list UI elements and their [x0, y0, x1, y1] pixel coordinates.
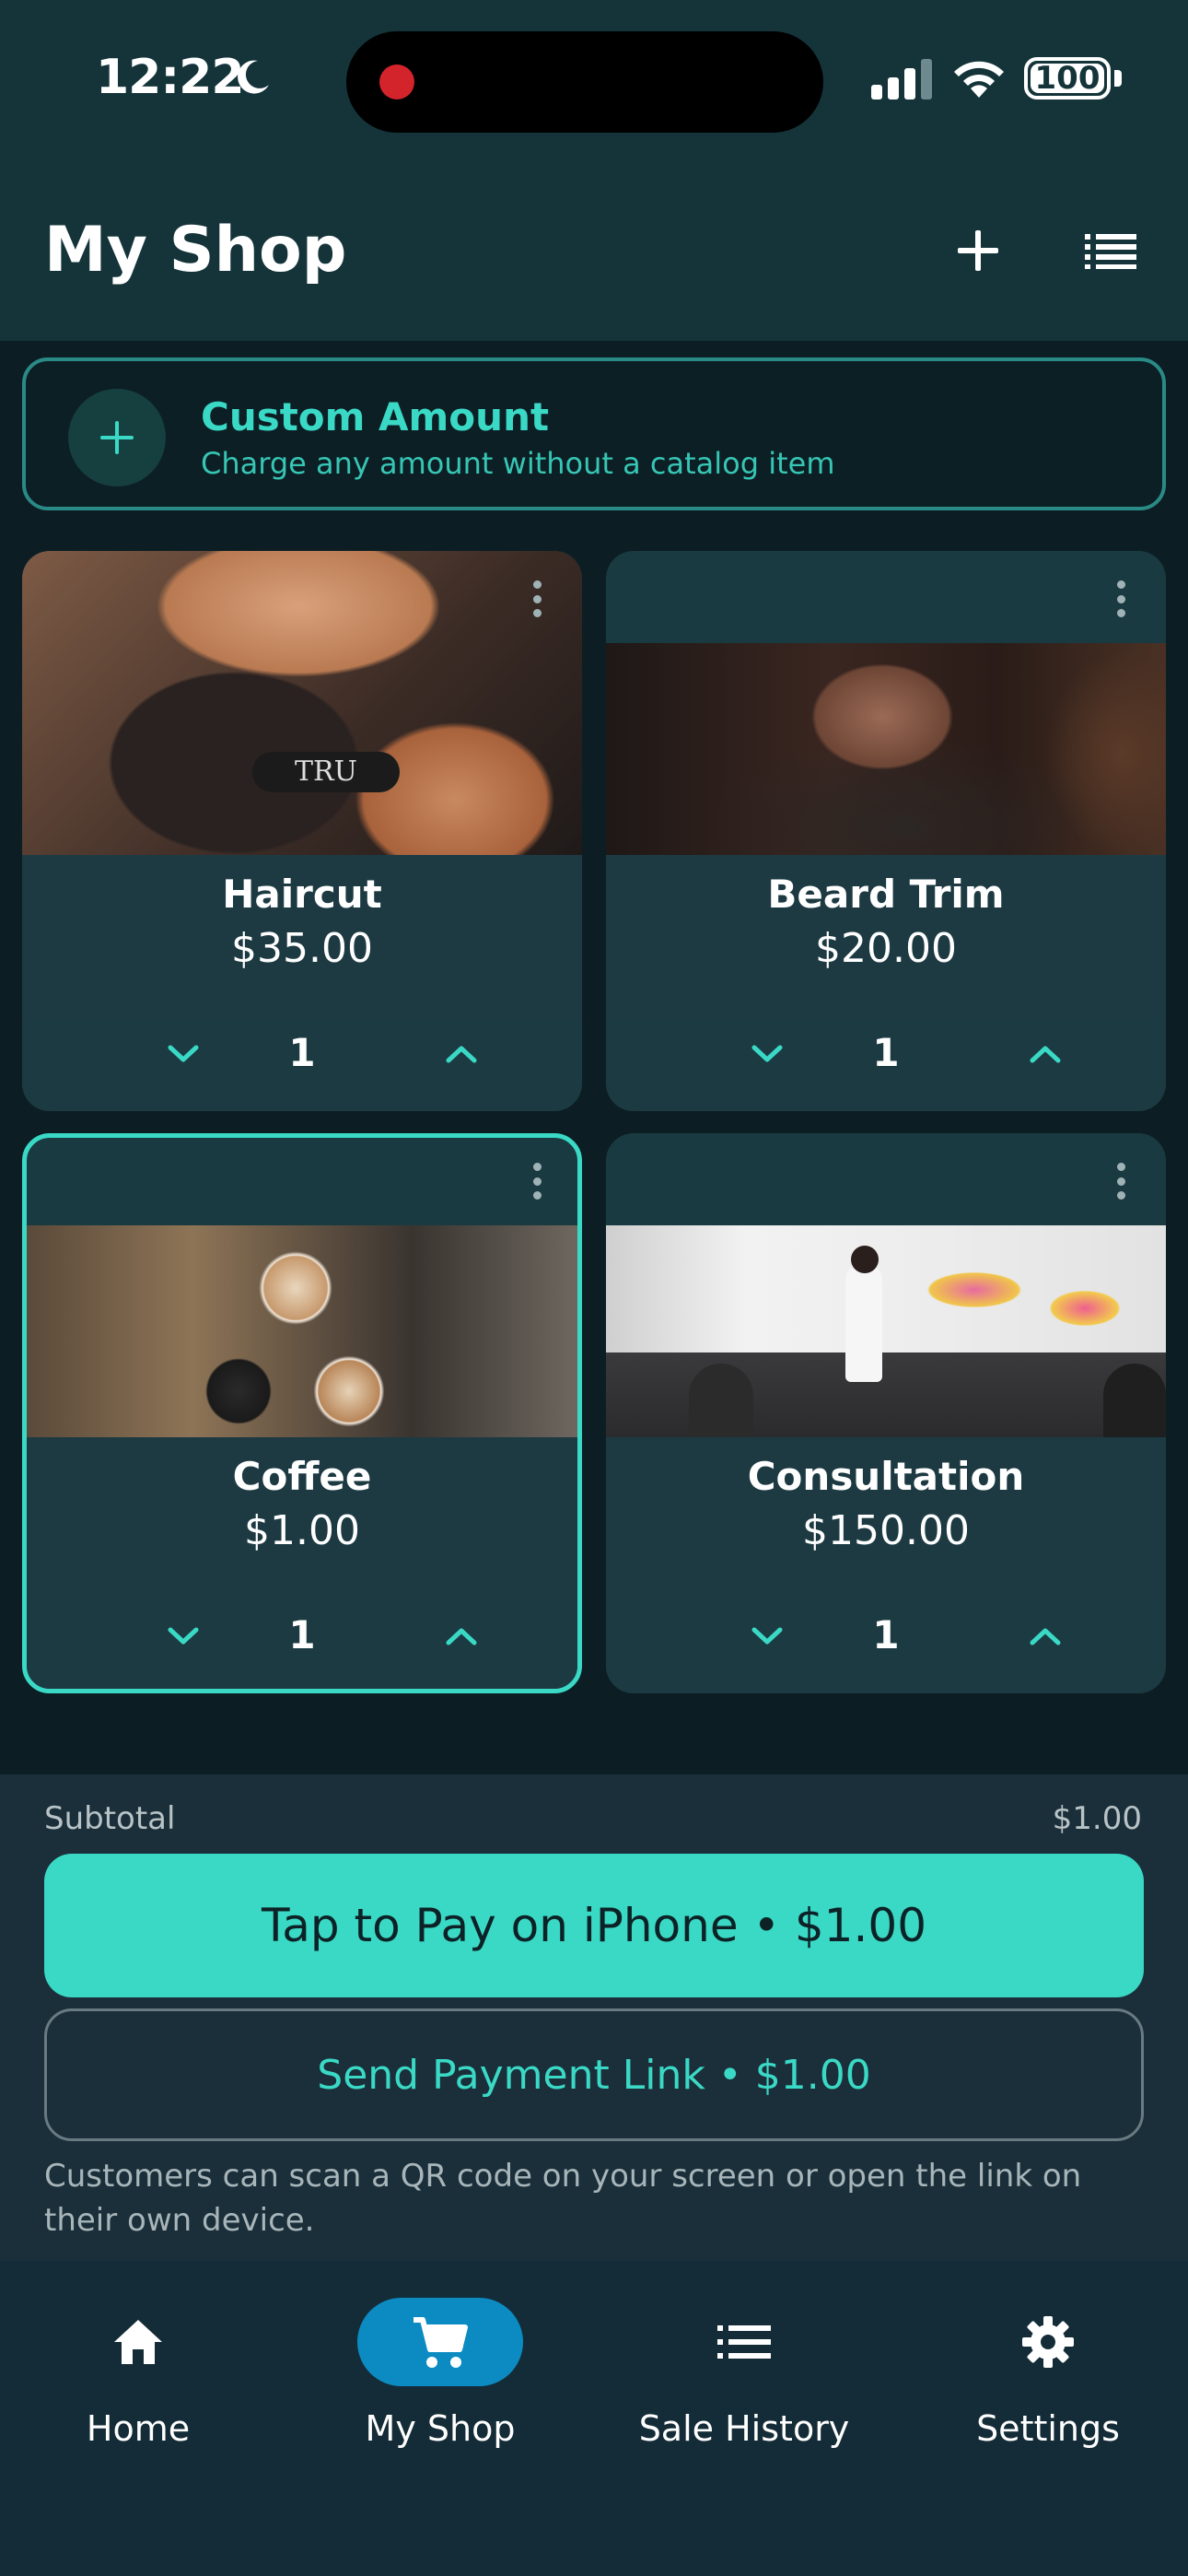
decrease-quantity-button[interactable] [735, 1026, 799, 1082]
chevron-up-icon [1030, 1046, 1061, 1063]
dynamic-island [346, 31, 823, 133]
home-icon [114, 2320, 162, 2364]
wifi-icon [954, 61, 1004, 98]
top-header: 12:22 100 My Shop [0, 0, 1188, 341]
list-icon [717, 2325, 771, 2359]
consultation-photo [606, 1225, 1166, 1437]
plus-icon [958, 230, 998, 271]
item-price: $1.00 [244, 1507, 360, 1554]
page-title: My Shop [44, 214, 347, 287]
quantity-value: 1 [288, 1612, 316, 1657]
card-body: Haircut $35.00 1 [22, 855, 582, 1111]
item-name: Coffee [232, 1454, 372, 1499]
custom-amount-plus-circle [68, 389, 166, 486]
chevron-down-icon [168, 1045, 199, 1062]
item-menu-button[interactable] [1107, 1159, 1135, 1203]
nav-label: My Shop [365, 2408, 516, 2449]
nav-item-home[interactable]: Home [18, 2298, 258, 2454]
item-name: Beard Trim [767, 872, 1005, 917]
nav-label: Settings [976, 2408, 1120, 2449]
nav-label: Sale History [638, 2408, 850, 2449]
subtotal-label: Subtotal [44, 1800, 176, 1837]
quantity-value: 1 [872, 1030, 900, 1075]
item-name: Consultation [747, 1454, 1025, 1499]
plus-icon [100, 421, 134, 454]
item-menu-button[interactable] [523, 1159, 551, 1203]
item-price: $20.00 [815, 925, 957, 972]
chevron-down-icon [168, 1627, 199, 1645]
item-price: $35.00 [231, 925, 373, 972]
card-body: Coffee $1.00 1 [27, 1437, 577, 1689]
custom-amount-button[interactable]: Custom Amount Charge any amount without … [22, 357, 1166, 510]
checkout-panel: Subtotal $1.00 Tap to Pay on iPhone • $1… [0, 1774, 1188, 2261]
decrease-quantity-button[interactable] [151, 1609, 215, 1664]
payment-helper-text: Customers can scan a QR code on your scr… [44, 2158, 1082, 2239]
quantity-value: 1 [872, 1612, 900, 1657]
custom-amount-subtitle: Charge any amount without a catalog item [201, 446, 835, 481]
item-price: $150.00 [802, 1507, 970, 1554]
quantity-value: 1 [288, 1030, 316, 1075]
catalog-item-coffee[interactable]: Coffee $1.00 1 [22, 1133, 582, 1693]
haircut-photo: TRU [22, 551, 582, 855]
custom-amount-title: Custom Amount [201, 394, 550, 439]
catalog-item-haircut[interactable]: TRU Haircut $35.00 1 [22, 551, 582, 1111]
signal-icon [871, 59, 932, 100]
decrease-quantity-button[interactable] [151, 1026, 215, 1082]
beard-trim-photo [606, 643, 1166, 855]
bottom-navigation: Home My Shop Sale History Settings [0, 2261, 1188, 2576]
catalog-item-consultation[interactable]: Consultation $150.00 1 [606, 1133, 1166, 1693]
chevron-up-icon [446, 1046, 477, 1063]
battery-level: 100 [1034, 60, 1101, 97]
increase-quantity-button[interactable] [1013, 1609, 1077, 1664]
decrease-quantity-button[interactable] [735, 1609, 799, 1664]
chevron-up-icon [1030, 1628, 1061, 1645]
chevron-up-icon [446, 1628, 477, 1645]
chevron-down-icon [751, 1045, 783, 1062]
subtotal-value: $1.00 [1052, 1800, 1142, 1837]
nav-item-settings[interactable]: Settings [928, 2298, 1168, 2454]
catalog-item-beard-trim[interactable]: Beard Trim $20.00 1 [606, 551, 1166, 1111]
battery-indicator: 100 [1024, 57, 1111, 100]
nav-item-sale-history[interactable]: Sale History [624, 2298, 864, 2454]
list-view-button[interactable] [1074, 217, 1147, 284]
chevron-down-icon [751, 1627, 783, 1645]
item-menu-button[interactable] [523, 577, 551, 621]
add-item-button[interactable] [941, 217, 1015, 284]
clipper-brand-text: TRU [252, 752, 400, 792]
item-menu-button[interactable] [1107, 577, 1135, 621]
app-screen: 12:22 100 My Shop Custom Amount Charge a… [0, 0, 1188, 2576]
gear-icon [1022, 2316, 1074, 2368]
send-payment-link-button[interactable]: Send Payment Link • $1.00 [44, 2008, 1144, 2141]
item-name: Haircut [222, 872, 382, 917]
card-body: Beard Trim $20.00 1 [606, 855, 1166, 1111]
recording-indicator [379, 64, 414, 100]
nav-label: Home [86, 2408, 191, 2449]
increase-quantity-button[interactable] [429, 1026, 494, 1082]
card-body: Consultation $150.00 1 [606, 1437, 1166, 1693]
status-time: 12:22 [96, 50, 245, 105]
increase-quantity-button[interactable] [429, 1609, 494, 1664]
increase-quantity-button[interactable] [1013, 1026, 1077, 1082]
cart-icon [413, 2317, 468, 2368]
list-icon [1085, 234, 1136, 269]
tap-to-pay-button[interactable]: Tap to Pay on iPhone • $1.00 [44, 1854, 1144, 1997]
moon-icon [238, 60, 269, 94]
nav-item-my-shop[interactable]: My Shop [320, 2298, 560, 2454]
coffee-photo [27, 1225, 577, 1437]
